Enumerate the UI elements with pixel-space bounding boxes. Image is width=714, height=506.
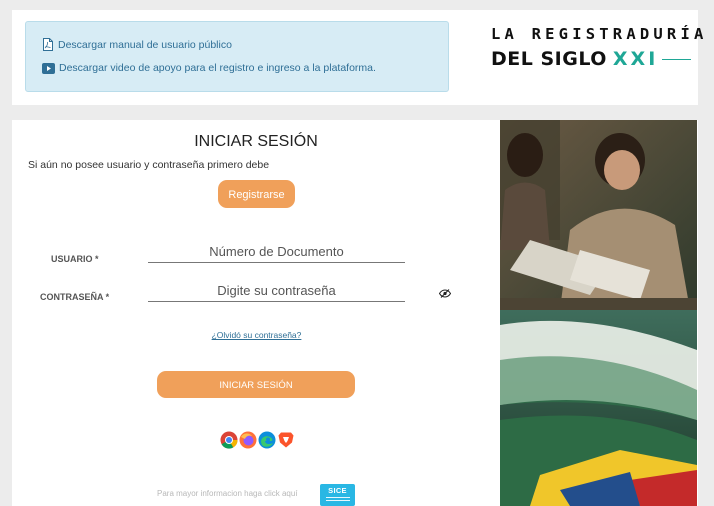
info-box: Descargar manual de usuario público Desc… (25, 21, 449, 92)
user-label: USUARIO * (51, 254, 99, 264)
download-video-link[interactable]: Descargar video de apoyo para el registr… (42, 62, 376, 74)
register-button[interactable]: Registrarse (218, 180, 295, 208)
supported-browsers (220, 431, 295, 454)
brave-icon (277, 431, 295, 454)
download-video-label: Descargar video de apoyo para el registr… (59, 62, 376, 74)
brand-underline (662, 58, 691, 60)
sice-logo-link[interactable]: SICE (320, 484, 355, 506)
chrome-icon (220, 431, 238, 454)
download-manual-label: Descargar manual de usuario público (58, 38, 232, 51)
document-number-input[interactable] (148, 240, 405, 263)
brand-line-2-main: DEL SIGLO (491, 48, 607, 70)
forgot-password-link[interactable]: ¿Olvidó su contraseña? (148, 330, 365, 340)
login-title: INICIAR SESIÓN (194, 133, 318, 150)
brand-line-2-accent: XXI (612, 48, 659, 70)
brand-logo: LA REGISTRADURÍA DEL SIGLO XXI (491, 25, 708, 70)
download-manual-link[interactable]: Descargar manual de usuario público (42, 38, 232, 51)
more-info-text: Para mayor informacion haga click aquí (157, 489, 298, 498)
password-input[interactable] (148, 279, 405, 302)
register-helper-text: Si aún no posee usuario y contraseña pri… (28, 159, 270, 171)
edge-icon (258, 431, 276, 454)
brand-line-1: LA REGISTRADURÍA (491, 25, 708, 43)
login-submit-button[interactable]: INICIAR SESIÓN (157, 371, 355, 398)
pdf-icon (42, 38, 54, 51)
firefox-icon (239, 431, 257, 454)
top-panel: Descargar manual de usuario público Desc… (12, 10, 708, 105)
sice-logo-line (325, 497, 350, 498)
eye-icon[interactable] (438, 285, 452, 303)
sice-logo-line (325, 500, 350, 501)
brand-line-2: DEL SIGLO XXI (491, 48, 691, 70)
side-photo (500, 120, 697, 506)
sice-logo-label: SICE (328, 486, 347, 495)
video-icon (42, 62, 55, 74)
password-label: CONTRASEÑA * (40, 292, 110, 302)
